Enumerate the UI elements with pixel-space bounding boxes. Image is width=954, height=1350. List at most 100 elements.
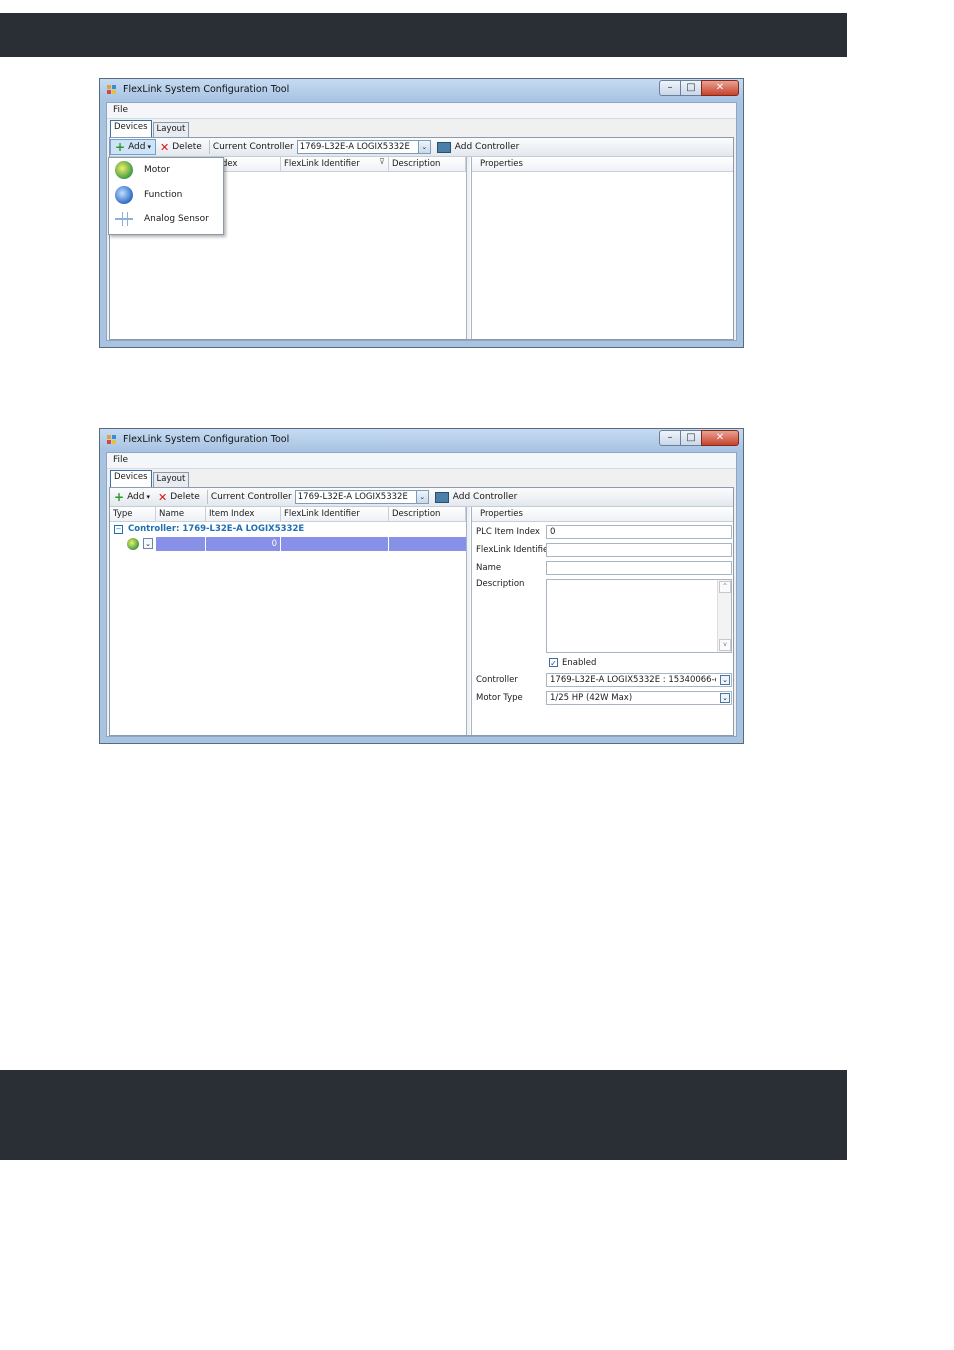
description-cell[interactable]	[389, 537, 466, 551]
menu-bar: File	[107, 453, 736, 469]
current-controller-label: Current Controller	[212, 142, 294, 152]
maximize-button[interactable]: □	[680, 80, 702, 96]
plc-item-index-label: PLC Item Index	[476, 527, 540, 537]
motor-icon	[115, 161, 133, 179]
toolbar: + Add ▾ ✕ Delete Current Controller 1769…	[110, 488, 733, 507]
flexlink-identifier-field[interactable]	[546, 543, 732, 557]
description-scrollbar[interactable]: ^ v	[717, 580, 731, 652]
properties-header: Properties	[472, 157, 733, 172]
current-controller-value: 1769-L32E-A LOGIX5332E	[297, 492, 408, 502]
tab-strip: Devices Layout	[110, 120, 190, 137]
add-button[interactable]: + Add ▾	[110, 489, 154, 505]
properties-pane: Properties PLC Item Index 0 FlexLink Ide…	[471, 507, 733, 735]
type-dropdown[interactable]: ⌄	[143, 538, 153, 549]
menu-bar: File	[107, 103, 736, 119]
tab-devices[interactable]: Devices	[110, 120, 152, 137]
controller-group-row[interactable]: − Controller: 1769-L32E-A LOGIX5332E	[110, 522, 466, 536]
add-label: Add	[127, 492, 145, 502]
tab-devices[interactable]: Devices	[110, 470, 152, 487]
add-button[interactable]: + Add ▾	[110, 139, 157, 155]
add-label: Add	[128, 142, 146, 152]
chevron-down-icon[interactable]: ⌄	[720, 675, 730, 685]
description-label: Description	[476, 579, 525, 589]
scroll-down-icon[interactable]: v	[719, 639, 731, 651]
plus-icon: +	[115, 140, 126, 154]
plus-icon: +	[114, 490, 125, 504]
window-title: FlexLink System Configuration Tool	[123, 84, 290, 95]
app-icon	[107, 85, 117, 95]
menu-item-label: Analog Sensor	[144, 214, 209, 224]
function-icon	[115, 186, 133, 204]
collapse-icon[interactable]: −	[114, 524, 123, 534]
minimize-button[interactable]: –	[659, 80, 681, 96]
controller-icon	[436, 141, 451, 153]
add-controller-button[interactable]: Add Controller	[453, 492, 518, 502]
delete-x-icon: ✕	[160, 140, 170, 154]
close-button[interactable]: ✕	[701, 430, 739, 446]
devices-tab-page: + Add ▾ ✕ Delete Current Controller 1769…	[109, 487, 734, 736]
add-dropdown-menu: Motor Function Analog Sensor	[108, 157, 224, 235]
pane-splitter[interactable]	[467, 507, 470, 735]
tab-layout[interactable]: Layout	[152, 122, 190, 137]
chevron-down-icon[interactable]: ⌄	[417, 141, 430, 153]
toolbar-separator	[208, 140, 210, 154]
column-header-label: FlexLink Identifier	[284, 159, 360, 169]
motor-type-label: Motor Type	[476, 693, 523, 703]
motor-type-select[interactable]: 1/25 HP (42W Max) ⌄	[546, 691, 732, 705]
minimize-button[interactable]: –	[659, 430, 681, 446]
column-header-flexlink-identifier[interactable]: FlexLink Identifier	[281, 507, 389, 522]
tab-layout[interactable]: Layout	[152, 472, 190, 487]
app-icon	[107, 435, 117, 445]
plc-item-index-field[interactable]: 0	[546, 525, 732, 539]
item-index-cell[interactable]: 0	[206, 537, 281, 551]
delete-button[interactable]: ✕ Delete	[154, 489, 204, 505]
menu-file[interactable]: File	[107, 453, 134, 467]
devices-grid: Type Name Item Index FlexLink Identifier…	[110, 507, 467, 735]
client-area: File Devices Layout + Add ▾ ✕ Delete Cur…	[106, 452, 737, 737]
name-field[interactable]	[546, 561, 732, 575]
menu-item-function[interactable]: Function	[109, 183, 223, 207]
current-controller-value: 1769-L32E-A LOGIX5332E	[299, 142, 410, 152]
analog-sensor-icon	[115, 210, 133, 228]
pane-splitter[interactable]	[467, 157, 470, 339]
column-header-item-index[interactable]: Item Index	[206, 507, 281, 522]
properties-header: Properties	[472, 507, 733, 522]
column-header-name[interactable]: Name	[156, 507, 206, 522]
name-label: Name	[476, 563, 502, 573]
caret-down-icon: ▾	[146, 493, 151, 501]
controller-label: Controller	[476, 675, 518, 685]
menu-file[interactable]: File	[107, 103, 134, 117]
enabled-checkbox[interactable]: ✓	[549, 658, 558, 668]
column-header-description[interactable]: Description	[389, 157, 466, 172]
controller-select[interactable]: 1769-L32E-A LOGIX5332E : 15340066-d241- …	[546, 673, 732, 687]
column-header-flexlink-identifier[interactable]: FlexLink Identifier ⊽	[281, 157, 389, 172]
flexlink-identifier-cell[interactable]	[281, 537, 389, 551]
table-row[interactable]: ⌄ 0	[110, 537, 466, 551]
column-header-description[interactable]: Description	[389, 507, 466, 522]
title-bar[interactable]: FlexLink System Configuration Tool – □ ✕	[100, 79, 743, 101]
name-cell[interactable]	[156, 537, 206, 551]
delete-x-icon: ✕	[158, 490, 168, 504]
menu-item-motor[interactable]: Motor	[109, 158, 223, 182]
current-controller-select[interactable]: 1769-L32E-A LOGIX5332E ⌄	[296, 140, 431, 154]
chevron-down-icon[interactable]: ⌄	[720, 693, 730, 703]
current-controller-select[interactable]: 1769-L32E-A LOGIX5332E ⌄	[294, 490, 429, 504]
maximize-button[interactable]: □	[680, 430, 702, 446]
delete-label: Delete	[172, 142, 202, 152]
add-controller-button[interactable]: Add Controller	[455, 142, 520, 152]
flexlink-identifier-label: FlexLink Identifier	[476, 545, 552, 555]
menu-item-analog-sensor[interactable]: Analog Sensor	[109, 207, 223, 231]
description-field[interactable]: ^ v	[546, 579, 732, 653]
caret-down-icon: ▾	[147, 143, 152, 151]
delete-button[interactable]: ✕ Delete	[156, 139, 206, 155]
chevron-down-icon[interactable]: ⌄	[415, 491, 428, 503]
title-bar[interactable]: FlexLink System Configuration Tool – □ ✕	[100, 429, 743, 451]
scroll-up-icon[interactable]: ^	[719, 581, 731, 593]
controller-value: 1769-L32E-A LOGIX5332E : 15340066-d241-	[550, 675, 716, 685]
enabled-label: Enabled	[562, 658, 597, 668]
column-header-type[interactable]: Type	[110, 507, 156, 522]
checkmark-icon: ✓	[550, 659, 557, 668]
item-index-value: 0	[271, 539, 277, 549]
filter-icon[interactable]: ⊽	[379, 157, 385, 166]
close-button[interactable]: ✕	[701, 80, 739, 96]
